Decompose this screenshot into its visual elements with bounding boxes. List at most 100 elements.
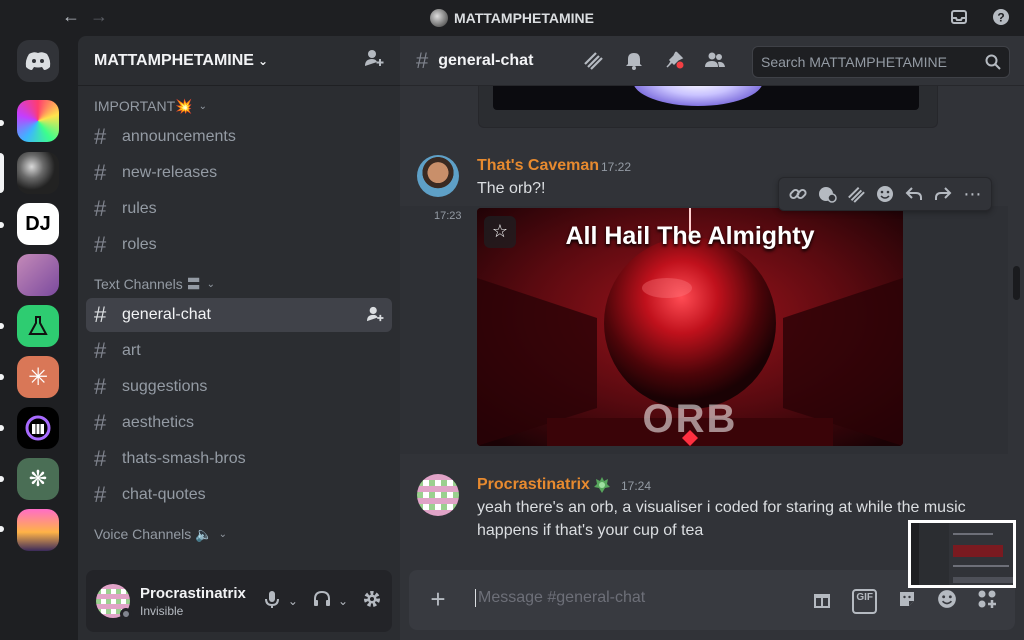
copy-link-icon[interactable] (786, 182, 810, 206)
thumbnail-embed (953, 545, 1003, 557)
hash-icon: # (94, 232, 107, 257)
create-thread-icon[interactable] (844, 182, 868, 206)
channel-rules[interactable]: # rules (86, 192, 392, 226)
selected-server-pill (0, 153, 4, 193)
user-info[interactable]: Procrastinatrix Invisible (140, 585, 262, 618)
message-timestamp: 17:22 (601, 160, 632, 174)
channel-aesthetics[interactable]: # aesthetics (86, 406, 392, 440)
channel-label: art (122, 342, 141, 359)
home-button[interactable] (17, 40, 59, 82)
unread-dot (0, 120, 4, 126)
gif-picker-button[interactable]: GIF (852, 589, 877, 614)
message-timestamp: 17:23 (434, 210, 462, 222)
settings-gear-icon[interactable] (362, 589, 382, 614)
channel-title: general-chat (438, 51, 534, 69)
server-icon-pink[interactable] (17, 254, 59, 296)
gif-embed[interactable]: All Hail The Almighty ORB ☆ (477, 208, 903, 446)
status-indicator (120, 608, 132, 620)
hash-icon: # (94, 196, 107, 221)
hash-icon: # (94, 302, 107, 327)
channel-general-chat[interactable]: # general-chat (86, 298, 392, 332)
server-rail: DJ ✳ ❋ (0, 36, 78, 640)
discord-logo-icon (25, 52, 51, 70)
inbox-icon[interactable] (950, 8, 968, 26)
message-text: The orb?! (477, 180, 546, 197)
server-icon-snowflake[interactable]: ❋ (17, 458, 59, 500)
message-author[interactable]: Procrastinatrix (477, 476, 590, 494)
server-icon-starburst[interactable]: ✳ (17, 356, 59, 398)
server-icon-colorful[interactable] (17, 100, 59, 142)
channel-label: new-releases (122, 164, 218, 181)
server-header[interactable]: MATTAMPHETAMINE ⌄ (78, 36, 400, 86)
channel-new-releases[interactable]: # new-releases (86, 156, 392, 190)
sticker-icon[interactable] (897, 589, 917, 614)
emoji-icon[interactable] (937, 589, 957, 614)
attach-plus-icon[interactable]: + (425, 586, 451, 613)
add-member-icon[interactable] (364, 49, 384, 72)
avatar[interactable] (417, 155, 459, 197)
more-options-icon[interactable]: ⋯ (960, 182, 984, 206)
hash-icon: # (94, 446, 107, 471)
previous-embed-image[interactable] (493, 86, 919, 110)
search-placeholder: Search MATTAMPHETAMINE (761, 54, 947, 70)
category-label: IMPORTANT💥 (94, 97, 193, 114)
chevron-down-icon[interactable]: ⌄ (338, 594, 348, 608)
message-input[interactable]: Message #general-chat (475, 589, 645, 607)
channel-suggestions[interactable]: # suggestions (86, 370, 392, 404)
pinned-messages-icon[interactable] (664, 50, 684, 75)
category-text-channels[interactable]: Text Channels 〓 ⌄ (78, 272, 400, 296)
category-label: Voice Channels 🔈 (94, 525, 213, 542)
channel-announcements[interactable]: # announcements (86, 120, 392, 154)
forward-icon[interactable] (931, 182, 955, 206)
scrollbar-thumb[interactable] (1013, 266, 1020, 300)
microphone-icon[interactable] (262, 589, 282, 614)
message-text: happens if that's your cup of tea (477, 522, 704, 539)
hash-icon: # (94, 338, 107, 363)
favorite-star-icon[interactable]: ☆ (484, 216, 516, 248)
server-icon-piano[interactable] (17, 407, 59, 449)
channel-art[interactable]: # art (86, 334, 392, 368)
username: Procrastinatrix (140, 584, 246, 602)
server-icon-flask[interactable] (17, 305, 59, 347)
search-input[interactable]: Search MATTAMPHETAMINE (752, 46, 1010, 78)
avatar[interactable] (96, 584, 132, 620)
window-title: MATTAMPHETAMINE (0, 9, 1024, 27)
apps-icon[interactable] (977, 589, 997, 614)
channel-label: general-chat (122, 306, 211, 323)
member-list-icon[interactable] (704, 50, 726, 75)
notification-bell-icon[interactable] (624, 50, 644, 75)
gift-icon[interactable] (812, 589, 832, 614)
unread-dot (0, 425, 4, 431)
server-icon-dj[interactable]: DJ (17, 203, 59, 245)
server-icon-mattamphetamine[interactable] (17, 152, 59, 194)
headphones-icon[interactable] (312, 589, 332, 614)
reply-icon[interactable] (902, 182, 926, 206)
hash-icon: # (94, 124, 107, 149)
thumbnail-sidebar (919, 523, 949, 585)
channel-label: suggestions (122, 378, 208, 395)
unread-dot (0, 222, 4, 228)
user-status: Invisible (140, 603, 184, 618)
chevron-down-icon[interactable]: ⌄ (288, 594, 298, 608)
category-voice-channels[interactable]: Voice Channels 🔈 ⌄ (78, 522, 400, 546)
invite-member-icon[interactable] (366, 306, 384, 327)
message-author[interactable]: That's Caveman (477, 157, 599, 175)
hash-icon: # (94, 482, 107, 507)
add-reaction-icon[interactable] (873, 182, 897, 206)
unread-dot (0, 323, 4, 329)
threads-icon[interactable] (582, 50, 604, 75)
channel-label: roles (122, 236, 157, 253)
screenshot-thumbnail[interactable] (908, 520, 1016, 588)
add-super-reaction-icon[interactable] (815, 182, 839, 206)
category-important[interactable]: IMPORTANT💥 ⌄ (78, 94, 400, 118)
channel-roles[interactable]: # roles (86, 228, 392, 262)
help-icon[interactable]: ? (992, 8, 1010, 26)
server-icon-sunset[interactable] (17, 509, 59, 551)
server-name: MATTAMPHETAMINE (94, 51, 254, 69)
category-label: Text Channels 〓 (94, 276, 201, 292)
user-panel: Procrastinatrix Invisible ⌄ ⌄ (86, 570, 392, 632)
message-text: yeah there's an orb, a visualiser i code… (477, 499, 966, 516)
channel-thats-smash-bros[interactable]: # thats-smash-bros (86, 442, 392, 476)
avatar[interactable] (417, 474, 459, 516)
channel-chat-quotes[interactable]: # chat-quotes (86, 478, 392, 512)
